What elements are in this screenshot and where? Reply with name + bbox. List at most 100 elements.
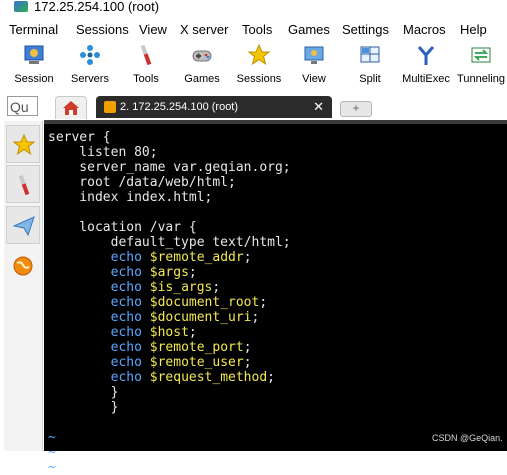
nginx-variable: $remote_user <box>149 355 244 370</box>
tab-bar: Qu 2. 172.25.254.100 (root) ✕ + <box>0 94 507 120</box>
split-button[interactable]: Split <box>346 40 394 90</box>
menu-games[interactable]: Games <box>288 22 330 37</box>
nginx-variable: $request_method <box>149 370 268 385</box>
tools-label: Tools <box>133 73 159 85</box>
sessions-button[interactable]: Sessions <box>232 40 286 90</box>
sessions-label: Sessions <box>236 73 282 85</box>
nginx-variable: $remote_port <box>149 340 244 355</box>
terminal-line: echo $request_method; <box>48 370 275 385</box>
tools-icon <box>18 174 30 196</box>
terminal-line: echo $is_args; <box>48 280 221 295</box>
close-icon[interactable]: ✕ <box>313 99 324 115</box>
tunneling-icon <box>471 47 491 63</box>
menu-macros[interactable]: Macros <box>403 22 446 37</box>
echo-keyword: echo <box>110 325 142 340</box>
sidebar-sftp-button[interactable] <box>6 247 40 285</box>
vim-empty-line: ~ <box>48 445 56 460</box>
tools-button[interactable]: Tools <box>120 40 172 90</box>
echo-keyword: echo <box>110 370 142 385</box>
menu-sessions[interactable]: Sessions <box>76 22 129 37</box>
title-bar: 172.25.254.100 (root) <box>0 0 507 18</box>
nginx-variable: $args <box>149 265 189 280</box>
terminal-line: server { <box>48 130 111 145</box>
semicolon: ; <box>212 280 221 295</box>
watermark-text: CSDN @GeQian. <box>432 433 503 443</box>
menu-x-server[interactable]: X server <box>180 22 228 37</box>
echo-keyword: echo <box>110 340 142 355</box>
sidebar <box>4 121 43 451</box>
sidebar-tools-button[interactable] <box>6 165 40 203</box>
tools-icon <box>140 44 152 66</box>
echo-keyword: echo <box>110 280 142 295</box>
semicolon: ; <box>243 340 252 355</box>
nginx-variable: $document_root <box>149 295 260 310</box>
menu-tools[interactable]: Tools <box>242 22 272 37</box>
menu-help[interactable]: Help <box>460 22 487 37</box>
semicolon: ; <box>267 370 275 385</box>
globe-icon <box>13 256 33 276</box>
terminal-line: root /data/web/html; <box>48 175 236 190</box>
menu-view[interactable]: View <box>139 22 167 37</box>
terminal-line: default_type text/html; <box>48 235 291 250</box>
terminal-line: server_name var.geqian.org; <box>48 160 291 175</box>
star-icon <box>13 134 35 156</box>
terminal-line: location /var { <box>48 220 197 235</box>
split-label: Split <box>359 73 381 85</box>
toolbar: Session Servers Tools Games Sessions Vie… <box>0 40 507 90</box>
tab-label: 2. 172.25.254.100 (root) <box>120 101 239 113</box>
star-icon <box>248 44 270 66</box>
games-icon <box>192 50 212 62</box>
echo-keyword: echo <box>110 310 142 325</box>
semicolon: ; <box>251 310 260 325</box>
menu-settings[interactable]: Settings <box>342 22 389 37</box>
new-tab-button[interactable]: + <box>340 101 372 117</box>
mobaxterm-logo-icon <box>14 1 28 12</box>
view-button[interactable]: View <box>290 40 338 90</box>
sidebar-sessions-button[interactable] <box>6 125 40 163</box>
multiexec-icon <box>417 46 435 65</box>
quick-connect-input[interactable]: Qu <box>7 96 38 116</box>
vim-empty-line: ~ <box>48 430 56 445</box>
servers-icon <box>80 45 100 65</box>
servers-button[interactable]: Servers <box>64 40 116 90</box>
home-tab[interactable] <box>55 96 87 119</box>
terminal-pane[interactable]: server { listen 80; server_name var.geqi… <box>44 120 507 475</box>
terminal-line: echo $remote_user; <box>48 355 252 370</box>
games-button[interactable]: Games <box>176 40 228 90</box>
view-label: View <box>302 73 326 85</box>
semicolon: ; <box>259 295 268 310</box>
echo-keyword: echo <box>110 295 142 310</box>
window-title: 172.25.254.100 (root) <box>34 0 160 14</box>
semicolon: ; <box>243 355 252 370</box>
tunneling-button[interactable]: Tunneling <box>455 40 507 90</box>
terminal-line: echo $remote_addr; <box>48 250 252 265</box>
terminal-line: echo $host; <box>48 325 197 340</box>
echo-keyword: echo <box>110 355 142 370</box>
multiexec-button[interactable]: MultiExec <box>400 40 452 90</box>
terminal-line: echo $args; <box>48 265 197 280</box>
multiexec-label: MultiExec <box>402 73 450 85</box>
vim-empty-line: ~ <box>48 460 56 475</box>
view-icon <box>304 46 324 64</box>
session-button[interactable]: Session <box>8 40 60 90</box>
terminal-tab-icon <box>104 101 116 113</box>
tab-session-2[interactable]: 2. 172.25.254.100 (root) ✕ <box>96 96 332 118</box>
nginx-variable: $is_args <box>149 280 213 295</box>
sidebar-macros-button[interactable] <box>6 206 40 244</box>
menu-terminal[interactable]: Terminal <box>9 22 58 37</box>
games-label: Games <box>184 73 220 85</box>
terminal-line: echo $document_uri; <box>48 310 260 325</box>
